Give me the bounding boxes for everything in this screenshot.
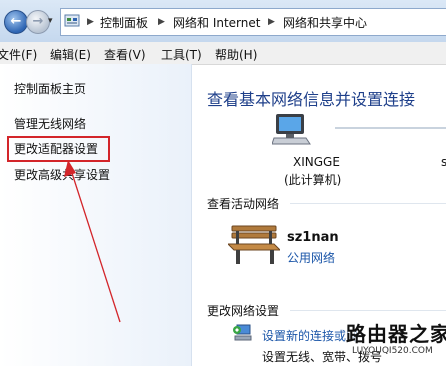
breadcrumb-control-panel[interactable]: 控制面板: [100, 14, 148, 31]
menu-file[interactable]: 文件(F): [0, 46, 37, 63]
breadcrumb-network-internet[interactable]: 网络和 Internet: [173, 14, 260, 31]
network-name: sz1nan: [287, 230, 339, 245]
menu-bar: 文件(F) 编辑(E) 查看(V) 工具(T) 帮助(H): [0, 42, 446, 65]
breadcrumb-separator-icon: ▶: [158, 17, 165, 27]
forward-arrow-icon: →: [32, 14, 44, 29]
sidebar-item-change-advanced-sharing[interactable]: 更改高级共享设置: [14, 166, 110, 183]
page-title: 查看基本网络信息并设置连接: [207, 90, 416, 109]
active-networks-heading: 查看活动网络: [207, 197, 280, 211]
control-panel-icon: [64, 14, 80, 27]
recent-pages-dropdown-icon[interactable]: ▾: [48, 16, 53, 26]
computer-subtitle: (此计算机): [284, 173, 342, 187]
menu-view[interactable]: 查看(V): [104, 46, 146, 63]
section-divider: [290, 310, 446, 311]
connection-line: [335, 127, 446, 129]
change-network-settings-heading: 更改网络设置: [207, 304, 280, 318]
network-type-link[interactable]: 公用网络: [287, 249, 335, 266]
menu-help[interactable]: 帮助(H): [215, 46, 257, 63]
address-box[interactable]: ▶ 控制面板 ▶ 网络和 Internet ▶ 网络和共享中心: [60, 8, 446, 36]
new-connection-icon: [233, 324, 252, 341]
sidebar-item-control-panel-home[interactable]: 控制面板主页: [14, 80, 86, 97]
next-node-label-partial: s: [441, 155, 446, 169]
computer-name: XINGGE: [293, 155, 340, 169]
back-arrow-icon: ←: [10, 14, 22, 29]
breadcrumb-network-sharing-center[interactable]: 网络和共享中心: [283, 14, 367, 31]
watermark-url: LUYOUQI520.COM: [352, 346, 433, 356]
sidebar-item-manage-wireless[interactable]: 管理无线网络: [14, 115, 86, 132]
section-divider: [290, 203, 446, 204]
breadcrumb-separator-icon: ▶: [87, 17, 94, 27]
menu-tools[interactable]: 工具(T): [161, 46, 202, 63]
breadcrumb-separator-icon: ▶: [268, 17, 275, 27]
menu-edit[interactable]: 编辑(E): [50, 46, 91, 63]
annotation-highlight-box: [7, 136, 110, 162]
setup-new-connection-link[interactable]: 设置新的连接或网: [262, 327, 358, 344]
watermark-title: 路由器之家: [346, 322, 446, 346]
park-bench-icon: [228, 225, 280, 264]
address-bar: ← → ▾ ▶ 控制面板 ▶ 网络和 Internet ▶ 网络和共享中心: [0, 0, 446, 42]
back-button[interactable]: ←: [4, 10, 28, 34]
forward-button[interactable]: →: [26, 10, 50, 34]
computer-icon: [272, 114, 311, 145]
task-sidebar: [0, 64, 192, 366]
